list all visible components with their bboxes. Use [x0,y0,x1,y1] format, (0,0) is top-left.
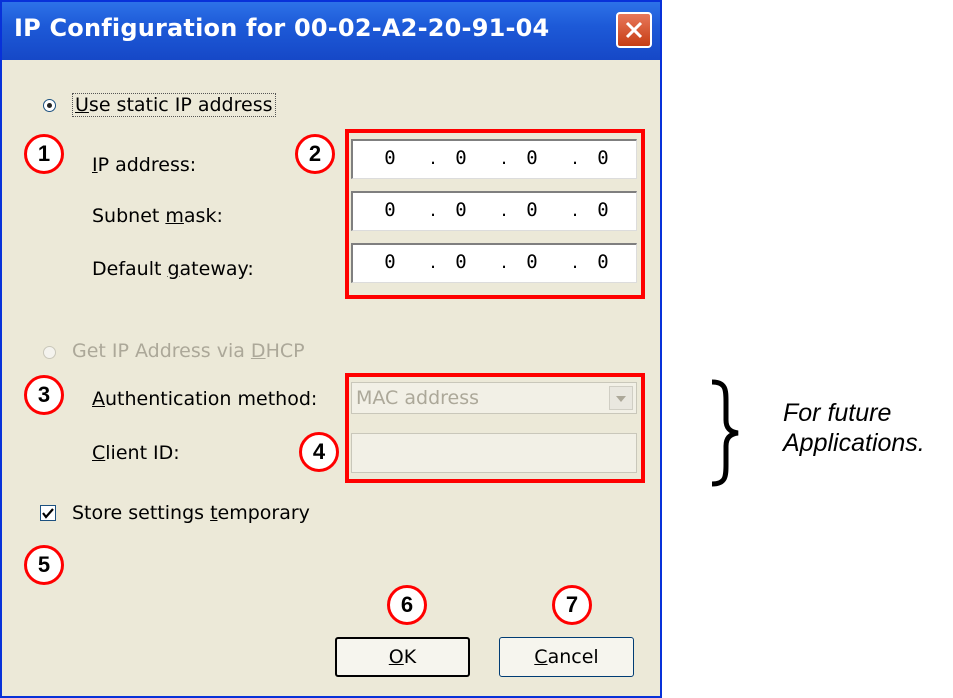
ok-button[interactable]: OK [335,637,470,677]
callout-1: 1 [24,134,64,174]
auth-method-label: Authentication method: [92,388,318,410]
note-line-2: Applications. [783,429,925,457]
note-line-1: For future [783,399,892,427]
dhcp-radio[interactable] [43,346,56,359]
check-icon [42,508,54,519]
future-applications-note: For future Applications. [783,398,925,458]
store-temporary-checkbox[interactable] [40,505,56,521]
dialog-title: IP Configuration for 00-02-A2-20-91-04 [14,14,550,42]
default-gateway-label: Default gateway: [92,258,254,280]
subnet-mask-label: Subnet mask: [92,205,223,227]
static-ip-radio[interactable] [43,99,56,112]
dhcp-label: Get IP Address via DHCP [72,340,305,362]
callout-5: 5 [24,545,64,585]
title-bar[interactable]: IP Configuration for 00-02-A2-20-91-04 [2,2,660,60]
callout-3: 3 [24,375,64,415]
close-button[interactable] [616,12,652,48]
callout-4: 4 [299,432,339,472]
highlight-ip-fields [345,129,645,299]
highlight-dhcp-fields [345,373,645,483]
close-icon [625,21,643,39]
static-ip-label[interactable]: Use static IP address [72,93,276,117]
client-id-label: Client ID: [92,442,180,464]
callout-2: 2 [295,134,335,174]
callout-7: 7 [552,585,592,625]
brace-icon [711,379,739,487]
ip-address-label: IP address: [92,154,197,176]
store-temporary-label: Store settings temporary [72,502,310,524]
ip-config-dialog: IP Configuration for 00-02-A2-20-91-04 U… [0,0,662,698]
cancel-button[interactable]: Cancel [499,637,634,677]
callout-6: 6 [387,585,427,625]
